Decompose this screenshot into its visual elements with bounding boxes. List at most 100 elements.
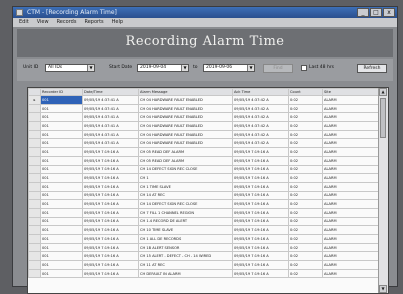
site-cell[interactable]: ALARM: [322, 190, 381, 201]
table-row[interactable]: 001 09/05/19 7:19:16 A CH 15 ALERT - DEFEC…: [28, 251, 381, 262]
date-time-cell[interactable]: 09/05/19 7:19:16 A: [82, 207, 139, 218]
recorder-id-cell[interactable]: 001: [40, 103, 83, 114]
count-cell[interactable]: 0:02: [288, 225, 323, 235]
column-header-alarm-message[interactable]: Alarm Message: [138, 88, 233, 96]
count-cell[interactable]: 0:02: [288, 121, 323, 131]
ack-time-cell[interactable]: 09/05/19 4:37:42 A: [232, 129, 289, 140]
menu-item-view[interactable]: View: [37, 18, 49, 27]
site-cell[interactable]: ALARM: [322, 181, 381, 192]
recorder-id-cell[interactable]: 001: [40, 138, 83, 149]
site-cell[interactable]: ALARM: [322, 216, 381, 227]
ack-time-cell[interactable]: 09/05/19 7:19:16 A: [232, 268, 289, 279]
ack-time-cell[interactable]: 09/05/19 4:37:42 A: [232, 95, 289, 105]
unit-select[interactable]: All IDs ▼: [45, 64, 95, 72]
date-time-cell[interactable]: 09/05/19 7:19:16 A: [82, 155, 139, 166]
date-time-cell[interactable]: 09/05/19 7:19:16 A: [82, 199, 139, 209]
site-cell[interactable]: ALARM: [322, 268, 381, 279]
recorder-id-cell[interactable]: 001: [40, 207, 83, 218]
recorder-id-cell[interactable]: 001: [40, 155, 83, 166]
count-cell[interactable]: 0:02: [288, 234, 323, 244]
ack-time-cell[interactable]: 09/05/19 7:19:16 A: [232, 155, 289, 166]
recorder-id-cell[interactable]: 001: [40, 251, 83, 262]
alarm-message-cell[interactable]: CH 1 TIME SLAVE: [138, 181, 233, 192]
alarm-message-cell[interactable]: CH 04 HARDWARE FAULT ENABLED: [138, 138, 233, 149]
date-time-cell[interactable]: 09/05/19 4:37:41 A: [82, 95, 139, 105]
alarm-message-cell[interactable]: CH 04 HARDWARE FAULT ENABLED: [138, 129, 233, 140]
site-cell[interactable]: ALARM: [322, 155, 381, 166]
count-cell[interactable]: 0:02: [288, 207, 323, 218]
alarm-message-cell[interactable]: CH 05 READ DEF ALARM: [138, 155, 233, 166]
last-48-checkbox[interactable]: [301, 65, 307, 71]
count-cell[interactable]: 0:02: [288, 95, 323, 105]
ack-time-cell[interactable]: 09/05/19 7:19:16 A: [232, 260, 289, 270]
date-time-cell[interactable]: 09/05/19 4:37:41 A: [82, 138, 139, 149]
table-row[interactable]: 001 09/05/19 7:19:16 A CH 14 DEFECT SIGN R…: [28, 199, 381, 209]
recorder-id-cell[interactable]: 001: [40, 181, 83, 192]
site-cell[interactable]: ALARM: [322, 112, 381, 123]
ack-time-cell[interactable]: 09/05/19 7:19:16 A: [232, 225, 289, 235]
ack-time-cell[interactable]: 09/05/19 7:19:16 A: [232, 242, 289, 253]
recorder-id-cell[interactable]: 001: [40, 190, 83, 201]
count-cell[interactable]: 0:02: [288, 216, 323, 227]
count-cell[interactable]: 0:02: [288, 199, 323, 209]
date-time-cell[interactable]: 09/05/19 4:37:41 A: [82, 129, 139, 140]
alarm-message-cell[interactable]: CH 14 AT REC: [138, 190, 233, 201]
alarm-message-cell[interactable]: CH 04 HARDWARE FAULT ENABLED: [138, 103, 233, 114]
site-cell[interactable]: ALARM: [322, 173, 381, 183]
site-cell[interactable]: ALARM: [322, 95, 381, 105]
date-time-cell[interactable]: 09/05/19 7:19:16 A: [82, 251, 139, 262]
table-row[interactable]: 001 09/05/19 4:37:41 A CH 04 HARDWARE FAUL…: [28, 121, 381, 131]
count-cell[interactable]: 0:02: [288, 147, 323, 157]
date-time-cell[interactable]: 09/05/19 4:37:41 A: [82, 121, 139, 131]
alarm-message-cell[interactable]: CH 1 ALL DE RECORDS: [138, 234, 233, 244]
date-time-cell[interactable]: 09/05/19 7:19:16 A: [82, 147, 139, 157]
table-row[interactable]: 001 09/05/19 4:37:41 A CH 04 HARDWARE FAUL…: [28, 138, 381, 149]
scroll-down-icon[interactable]: ▼: [379, 285, 387, 293]
column-header-recorder-id[interactable]: Recorder ID: [40, 88, 83, 96]
site-cell[interactable]: ALARM: [322, 147, 381, 157]
recorder-id-cell[interactable]: 001: [40, 225, 83, 235]
alarm-message-cell[interactable]: CH 05 READ DEF ALARM: [138, 147, 233, 157]
count-cell[interactable]: 0:02: [288, 155, 323, 166]
table-row[interactable]: 001 09/05/19 4:37:41 A CH 04 HARDWARE FAUL…: [28, 129, 381, 140]
column-header-count[interactable]: Count: [288, 88, 323, 96]
menu-item-edit[interactable]: Edit: [19, 18, 29, 27]
recorder-id-cell[interactable]: 001: [40, 147, 83, 157]
ack-time-cell[interactable]: 09/05/19 7:19:16 A: [232, 199, 289, 209]
table-row[interactable]: 001 09/05/19 7:19:16 A CH 1 09/05/19 7:19:1…: [28, 173, 381, 183]
ack-time-cell[interactable]: 09/05/19 7:19:16 A: [232, 181, 289, 192]
alarm-message-cell[interactable]: CH 11 AT REC: [138, 260, 233, 270]
table-row[interactable]: 001 09/05/19 7:19:16 A CH DEFAULT IN ALARM…: [28, 268, 381, 279]
table-row[interactable]: 001 09/05/19 7:19:16 A CH 11 AT REC 09/05/1…: [28, 260, 381, 270]
count-cell[interactable]: 0:02: [288, 190, 323, 201]
site-cell[interactable]: ALARM: [322, 103, 381, 114]
ack-time-cell[interactable]: 09/05/19 7:19:16 A: [232, 216, 289, 227]
table-row[interactable]: 001 09/05/19 4:37:41 A CH 04 HARDWARE FAUL…: [28, 112, 381, 123]
ack-time-cell[interactable]: 09/05/19 7:19:16 A: [232, 234, 289, 244]
recorder-id-cell[interactable]: 001: [40, 164, 83, 175]
date-time-cell[interactable]: 09/05/19 7:19:16 A: [82, 216, 139, 227]
menu-item-help[interactable]: Help: [112, 18, 123, 27]
alarm-table[interactable]: Recorder ID Date/Time Alarm Message Ack …: [27, 87, 389, 294]
site-cell[interactable]: ALARM: [322, 242, 381, 253]
table-row[interactable]: 001 09/05/19 4:37:41 A CH 04 HARDWARE FAUL…: [28, 103, 381, 114]
count-cell[interactable]: 0:02: [288, 164, 323, 175]
alarm-message-cell[interactable]: CH 10 TIME SLAVE: [138, 225, 233, 235]
date-time-cell[interactable]: 09/05/19 7:19:16 A: [82, 190, 139, 201]
table-row[interactable]: 001 09/05/19 7:19:16 A CH 7 FILL 1 CHANNEL…: [28, 207, 381, 218]
recorder-id-cell[interactable]: 001: [40, 121, 83, 131]
site-cell[interactable]: ALARM: [322, 207, 381, 218]
menu-item-reports[interactable]: Reports: [84, 18, 103, 27]
table-row[interactable]: 001 09/05/19 7:19:16 A CH 14 AT REC 09/05/1…: [28, 190, 381, 201]
site-cell[interactable]: ALARM: [322, 234, 381, 244]
recorder-id-cell[interactable]: 001: [40, 173, 83, 183]
menu-item-records[interactable]: Records: [57, 18, 77, 27]
ack-time-cell[interactable]: 09/05/19 7:19:16 A: [232, 173, 289, 183]
alarm-message-cell[interactable]: CH 14 DEFECT SIGN REC CLOSE: [138, 164, 233, 175]
count-cell[interactable]: 0:02: [288, 129, 323, 140]
find-button[interactable]: Find: [263, 64, 293, 73]
refresh-button[interactable]: Refresh: [357, 64, 387, 73]
alarm-message-cell[interactable]: CH 1B ALERT SENSOR: [138, 242, 233, 253]
site-cell[interactable]: ALARM: [322, 225, 381, 235]
ack-time-cell[interactable]: 09/05/19 7:19:16 A: [232, 251, 289, 262]
